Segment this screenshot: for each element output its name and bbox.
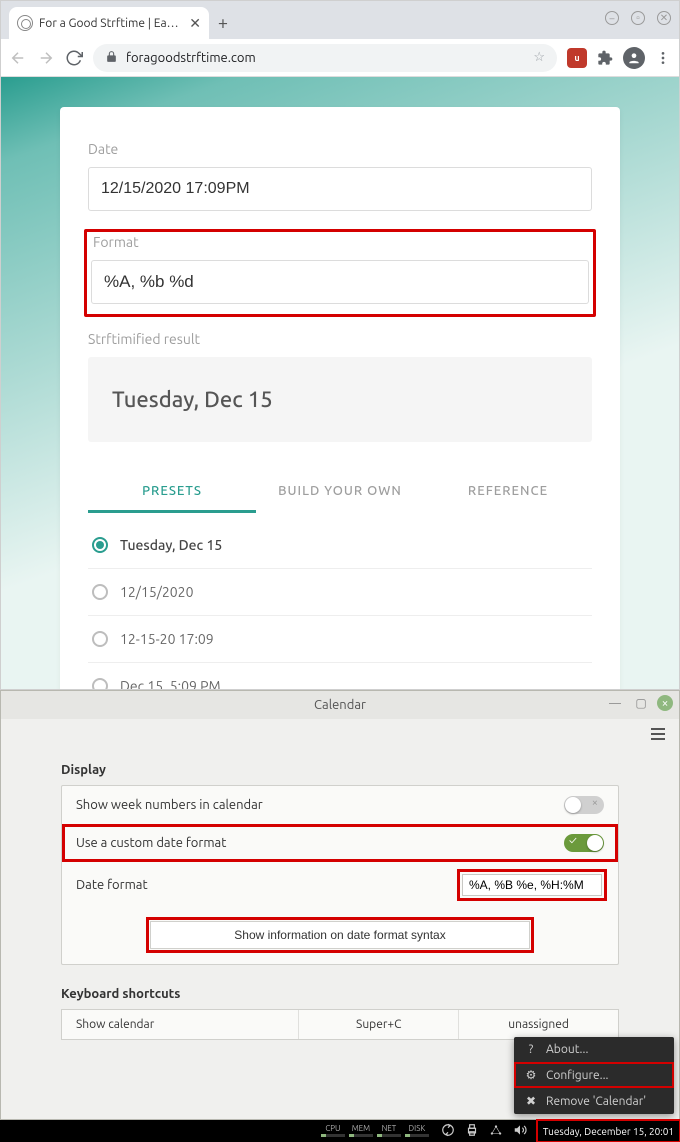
reload-icon[interactable]: [65, 49, 83, 67]
info-syntax-button[interactable]: Show information on date format syntax: [150, 921, 530, 949]
shortcuts-heading: Keyboard shortcuts: [61, 987, 619, 1001]
address-bar[interactable]: foragoodstrftime.com ☆: [93, 44, 557, 72]
preset-item[interactable]: 12/15/2020: [88, 569, 592, 616]
hamburger-menu-icon[interactable]: [651, 728, 665, 740]
lock-icon: [105, 50, 118, 66]
row-date-format: Date format: [62, 862, 618, 908]
toggle-week-numbers[interactable]: ×: [564, 796, 604, 814]
maximize-icon[interactable]: ▫: [631, 11, 645, 25]
tab-presets[interactable]: PRESETS: [88, 470, 256, 513]
format-input[interactable]: [91, 260, 589, 304]
shortcut-label: Show calendar: [62, 1010, 298, 1039]
new-tab-button[interactable]: +: [209, 7, 237, 39]
row-label: Use a custom date format: [76, 836, 226, 850]
shortcut-key[interactable]: Super+C: [298, 1010, 458, 1039]
browser-window: For a Good Strftime | Easy Sk ✕ + – ▫ ✕ …: [0, 0, 680, 690]
net-meter[interactable]: NET: [375, 1120, 403, 1142]
kebab-menu-icon[interactable]: [655, 50, 671, 66]
page-scroll[interactable]: Date Format Strftimified result Tuesday,…: [1, 77, 679, 689]
date-format-input[interactable]: [462, 874, 602, 896]
tab-reference[interactable]: REFERENCE: [424, 470, 592, 513]
window-controls: – ▫ ✕: [605, 11, 671, 25]
menu-remove[interactable]: ✖Remove 'Calendar': [514, 1088, 674, 1114]
address-text: foragoodstrftime.com: [126, 51, 256, 65]
menu-about[interactable]: ?About...: [514, 1037, 674, 1062]
tab-title: For a Good Strftime | Easy Sk: [39, 17, 183, 30]
radio-icon: [92, 678, 108, 689]
browser-tabstrip: For a Good Strftime | Easy Sk ✕ + – ▫ ✕: [1, 1, 679, 39]
tab-build[interactable]: BUILD YOUR OWN: [256, 470, 424, 513]
result-output: Tuesday, Dec 15: [88, 357, 592, 442]
browser-tab[interactable]: For a Good Strftime | Easy Sk ✕: [9, 7, 209, 39]
preset-item[interactable]: Dec 15, 5:09 PM: [88, 663, 592, 689]
format-label: Format: [93, 234, 589, 250]
bookmark-star-icon[interactable]: ☆: [533, 50, 545, 65]
display-heading: Display: [61, 763, 619, 777]
cpu-meter[interactable]: CPU: [319, 1120, 347, 1142]
back-icon[interactable]: [9, 49, 27, 67]
maximize-icon[interactable]: ▢: [631, 693, 651, 713]
taskbar-clock[interactable]: Tuesday, December 15, 20:01: [537, 1120, 680, 1142]
preset-list: Tuesday, Dec 15 12/15/2020 12-15-20 17:0…: [88, 531, 592, 689]
date-input[interactable]: [88, 167, 592, 211]
taskbar: CPU MEM NET DISK Tuesday, December 15, 2…: [0, 1120, 680, 1142]
remove-icon: ✖: [524, 1094, 538, 1108]
profile-avatar-icon[interactable]: [623, 47, 645, 69]
shortcut-box: Show calendar Super+C unassigned: [61, 1009, 619, 1040]
card-tabs: PRESETS BUILD YOUR OWN REFERENCE: [88, 470, 592, 513]
tray-network-icon[interactable]: [489, 1123, 503, 1139]
radio-icon: [92, 537, 108, 553]
date-label: Date: [88, 141, 592, 157]
close-window-icon[interactable]: ✕: [657, 11, 671, 25]
result-label: Strftimified result: [88, 331, 592, 347]
shortcut-alt[interactable]: unassigned: [458, 1010, 618, 1039]
page-viewport: Date Format Strftimified result Tuesday,…: [1, 77, 679, 689]
close-icon[interactable]: ×: [657, 695, 673, 711]
display-settings-box: Show week numbers in calendar × Use a cu…: [61, 785, 619, 965]
gear-icon: ⚙: [524, 1068, 538, 1082]
toggle-custom-format[interactable]: ✓: [564, 834, 604, 852]
help-icon: ?: [524, 1043, 538, 1056]
row-custom-format: Use a custom date format ✓: [62, 824, 618, 862]
applet-context-menu: ?About... ⚙Configure... ✖Remove 'Calenda…: [514, 1037, 674, 1114]
settings-titlebar: Calendar — ▢ ×: [1, 691, 679, 719]
strftime-card: Date Format Strftimified result Tuesday,…: [60, 107, 620, 689]
disk-meter[interactable]: DISK: [403, 1120, 431, 1142]
minimize-icon[interactable]: –: [605, 11, 619, 25]
tray-printer-icon[interactable]: [465, 1123, 479, 1139]
format-highlight: Format: [84, 229, 596, 317]
tray-update-icon[interactable]: [441, 1123, 455, 1139]
menu-configure[interactable]: ⚙Configure...: [514, 1062, 674, 1088]
forward-icon[interactable]: [37, 49, 55, 67]
row-label: Date format: [76, 878, 148, 892]
globe-icon: [17, 15, 33, 31]
ublock-icon[interactable]: u: [567, 48, 587, 68]
extensions-icon[interactable]: [597, 50, 613, 66]
preset-item[interactable]: Tuesday, Dec 15: [88, 531, 592, 569]
preset-item[interactable]: 12-15-20 17:09: [88, 616, 592, 663]
row-week-numbers: Show week numbers in calendar ×: [62, 786, 618, 824]
row-label: Show week numbers in calendar: [76, 798, 263, 812]
radio-icon: [92, 584, 108, 600]
radio-icon: [92, 631, 108, 647]
close-tab-icon[interactable]: ✕: [189, 15, 201, 32]
settings-title: Calendar: [314, 698, 366, 712]
browser-toolbar: foragoodstrftime.com ☆ u: [1, 39, 679, 77]
minimize-icon[interactable]: —: [605, 693, 625, 713]
mem-meter[interactable]: MEM: [347, 1120, 375, 1142]
tray-volume-icon[interactable]: [513, 1123, 527, 1139]
